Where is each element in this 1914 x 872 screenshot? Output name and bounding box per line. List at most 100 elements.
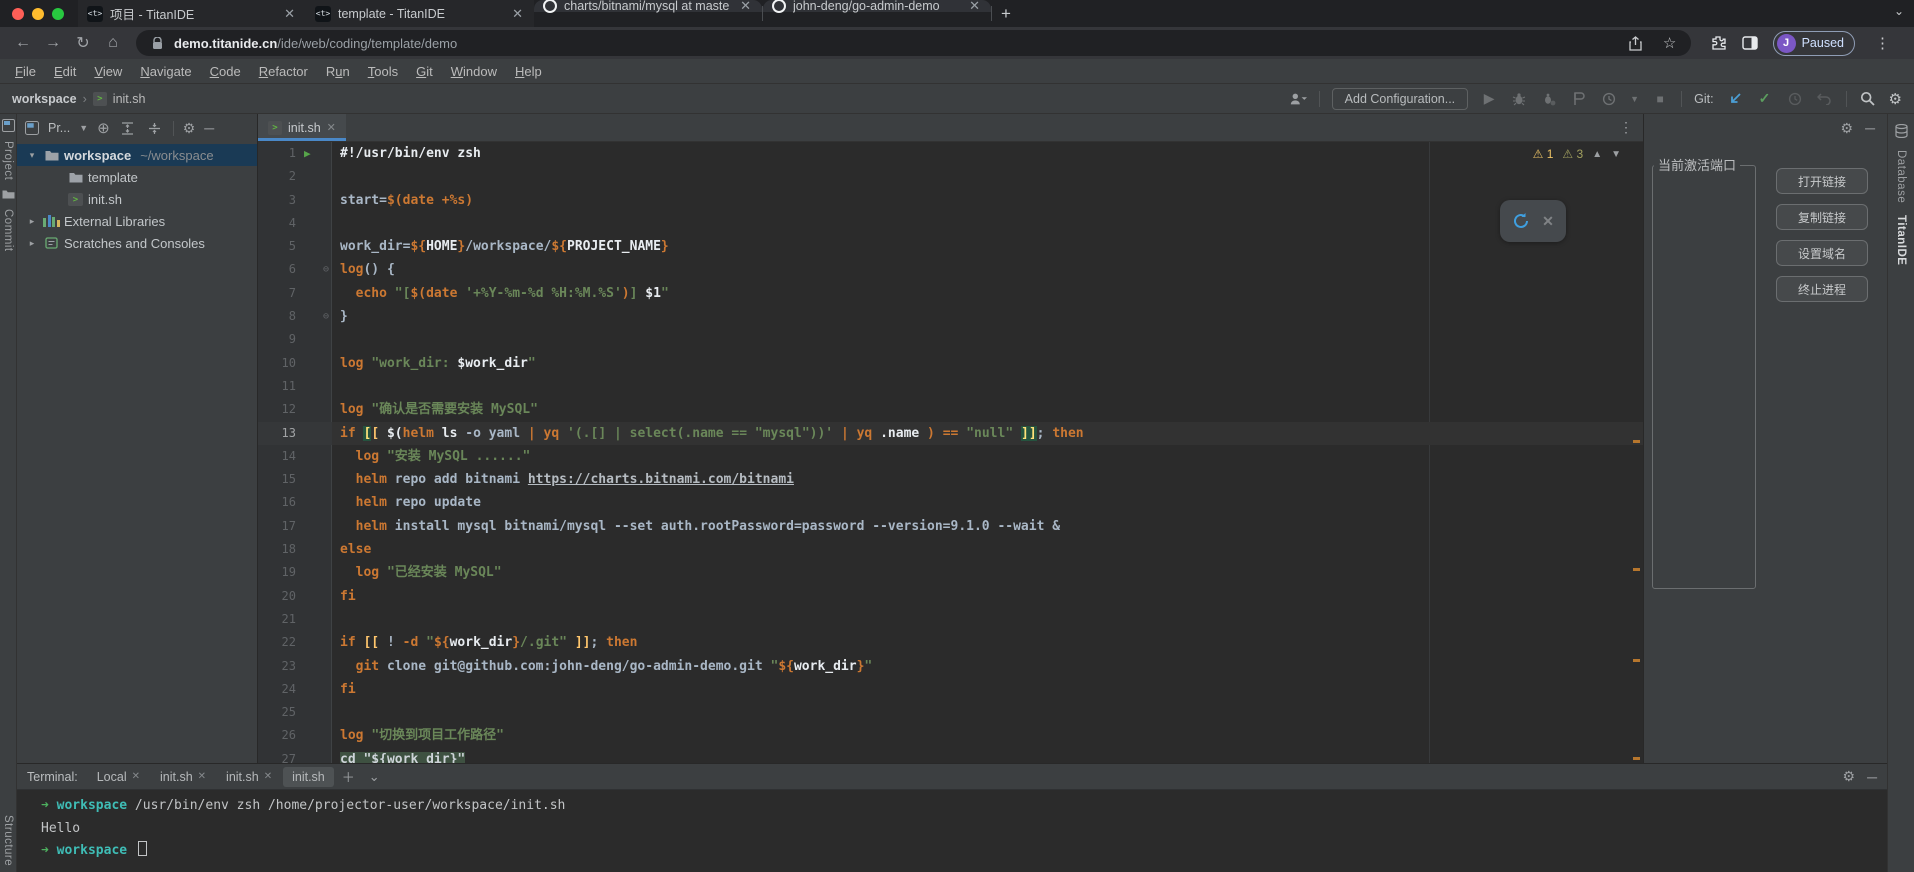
menu-item-edit[interactable]: Edit <box>45 64 85 79</box>
tree-chevron-icon[interactable]: ▸ <box>25 216 39 227</box>
add-configuration-button[interactable]: Add Configuration... <box>1332 88 1469 110</box>
collapse-all-icon[interactable] <box>146 119 164 137</box>
tree-chevron-icon[interactable]: ▾ <box>25 150 39 161</box>
active-ports-list[interactable] <box>1652 165 1756 589</box>
git-history-clock-icon[interactable] <box>1786 90 1804 108</box>
port-action-button-3[interactable]: 终止进程 <box>1776 276 1868 302</box>
breadcrumb-project[interactable]: workspace <box>12 92 77 106</box>
menu-item-view[interactable]: View <box>85 64 131 79</box>
forward-icon[interactable]: → <box>40 34 66 52</box>
menu-item-refactor[interactable]: Refactor <box>250 64 317 79</box>
menu-item-navigate[interactable]: Navigate <box>131 64 200 79</box>
terminal-hide-icon[interactable]: ─ <box>1867 769 1877 785</box>
tree-item-external-libraries[interactable]: ▸External Libraries <box>17 210 257 232</box>
terminal-tab[interactable]: Local✕ <box>88 767 149 787</box>
close-tab-icon[interactable]: ✕ <box>264 771 272 782</box>
editor-tab-init-sh[interactable]: > init.sh ✕ <box>258 114 346 141</box>
sidebar-item-titanide[interactable]: TitanIDE <box>1895 215 1907 265</box>
menu-item-code[interactable]: Code <box>201 64 250 79</box>
menu-item-help[interactable]: Help <box>506 64 551 79</box>
stop-icon[interactable]: ■ <box>1651 90 1669 108</box>
menu-item-git[interactable]: Git <box>407 64 442 79</box>
project-tool-icon[interactable] <box>2 119 15 132</box>
dismiss-close-icon[interactable]: ✕ <box>1542 213 1554 230</box>
sidebar-item-database[interactable]: Database <box>1895 150 1907 203</box>
editor-tabs-more-icon[interactable]: ⋮ <box>1619 119 1633 136</box>
sidebar-item-commit[interactable]: Commit <box>2 209 14 252</box>
tree-item-template[interactable]: template <box>17 166 257 188</box>
close-tab-icon[interactable]: ✕ <box>132 771 140 782</box>
close-tab-icon[interactable]: ✕ <box>967 0 982 14</box>
expand-all-icon[interactable] <box>119 119 137 137</box>
terminal-output[interactable]: ➜ workspace /usr/bin/env zsh /home/proje… <box>17 790 1887 872</box>
new-tab-button[interactable]: + <box>992 0 1020 27</box>
fold-marker-icon[interactable]: ⊖ <box>323 258 329 281</box>
tree-chevron-icon[interactable]: ▸ <box>25 238 39 249</box>
terminal-tab[interactable]: init.sh <box>283 767 334 787</box>
tree-item-workspace[interactable]: ▾workspace~/workspace <box>17 144 257 166</box>
warning-stripe-mark[interactable] <box>1633 757 1640 760</box>
project-view-selector[interactable]: Pr... <box>48 121 70 135</box>
close-tab-icon[interactable]: ✕ <box>327 121 336 134</box>
terminal-tab[interactable]: init.sh✕ <box>217 767 281 787</box>
browser-menu-icon[interactable]: ⋮ <box>1869 34 1896 52</box>
panel-settings-gear-icon[interactable]: ⚙ <box>183 120 196 137</box>
profiler-clock-icon[interactable] <box>1600 90 1618 108</box>
run-line-icon[interactable]: ▶ <box>304 142 311 165</box>
panel-hide-icon[interactable]: ─ <box>1865 120 1875 136</box>
share-icon[interactable] <box>1627 34 1645 52</box>
menu-item-window[interactable]: Window <box>442 64 506 79</box>
warning-stripe-mark[interactable] <box>1633 659 1640 662</box>
menu-item-file[interactable]: File <box>6 64 45 79</box>
fold-marker-icon[interactable]: ⊖ <box>323 305 329 328</box>
close-tab-icon[interactable]: ✕ <box>198 771 206 782</box>
side-panel-icon[interactable] <box>1741 34 1759 52</box>
breadcrumb-file[interactable]: init.sh <box>113 92 146 106</box>
code-editor[interactable]: 1▶#!/usr/bin/env zsh23start=$(date +%s)4… <box>258 142 1643 763</box>
menu-item-tools[interactable]: Tools <box>359 64 407 79</box>
sync-refresh-icon[interactable] <box>1512 212 1530 230</box>
browser-tab[interactable]: john-deng/go-admin-demo✕ <box>763 0 991 12</box>
profile-badge[interactable]: J Paused <box>1773 31 1855 56</box>
tree-item-scratches-and-consoles[interactable]: ▸Scratches and Consoles <box>17 232 257 254</box>
address-bar[interactable]: demo.titanide.cn/ide/web/coding/template… <box>136 30 1691 56</box>
port-action-button-0[interactable]: 打开链接 <box>1776 168 1868 194</box>
back-icon[interactable]: ← <box>10 34 36 52</box>
warning-stripe-mark[interactable] <box>1633 440 1640 443</box>
tab-search-chevron-icon[interactable]: ⌄ <box>1894 4 1904 18</box>
next-problem-chevron-icon[interactable]: ▼ <box>1611 149 1621 160</box>
git-rollback-icon[interactable] <box>1816 90 1834 108</box>
extensions-puzzle-icon[interactable] <box>1709 34 1727 52</box>
database-icon[interactable] <box>1895 124 1908 138</box>
bookmark-star-icon[interactable]: ☆ <box>1661 34 1679 52</box>
warning-stripe-mark[interactable] <box>1633 568 1640 571</box>
port-action-button-2[interactable]: 设置域名 <box>1776 240 1868 266</box>
browser-tab[interactable]: <t>项目 - TitanIDE✕ <box>78 0 306 27</box>
run-icon[interactable]: ▶ <box>1480 90 1498 108</box>
locate-file-icon[interactable]: ⊕ <box>97 119 110 137</box>
window-close-button[interactable] <box>12 8 24 20</box>
run-options-chevron-icon[interactable]: ▼ <box>1630 94 1639 104</box>
hide-panel-icon[interactable]: ─ <box>204 120 214 136</box>
reload-floating-widget[interactable]: ✕ <box>1500 200 1566 242</box>
breadcrumb[interactable]: workspace › > init.sh <box>12 92 145 106</box>
user-dropdown-icon[interactable] <box>1289 90 1307 108</box>
project-view-icon[interactable] <box>25 121 39 135</box>
panel-gear-icon[interactable]: ⚙ <box>1841 120 1854 137</box>
home-icon[interactable]: ⌂ <box>100 34 126 52</box>
close-tab-icon[interactable]: ✕ <box>510 6 525 22</box>
search-everywhere-icon[interactable] <box>1859 90 1877 108</box>
new-terminal-icon[interactable]: ＋ <box>336 767 361 786</box>
close-tab-icon[interactable]: ✕ <box>282 6 297 22</box>
window-minimize-button[interactable] <box>32 8 44 20</box>
tree-item-init-sh[interactable]: >init.sh <box>17 188 257 210</box>
run-with-coverage-icon[interactable] <box>1570 90 1588 108</box>
window-controls[interactable] <box>0 0 78 27</box>
browser-tab[interactable]: charts/bitnami/mysql at maste✕ <box>534 0 762 12</box>
terminal-dropdown-chevron-icon[interactable]: ⌄ <box>363 769 386 785</box>
git-commit-check-icon[interactable]: ✓ <box>1756 90 1774 108</box>
terminal-settings-gear-icon[interactable]: ⚙ <box>1843 768 1856 785</box>
git-update-icon[interactable] <box>1726 90 1744 108</box>
sidebar-item-project[interactable]: Project <box>2 141 14 180</box>
project-view-chevron-icon[interactable]: ▼ <box>79 123 88 133</box>
